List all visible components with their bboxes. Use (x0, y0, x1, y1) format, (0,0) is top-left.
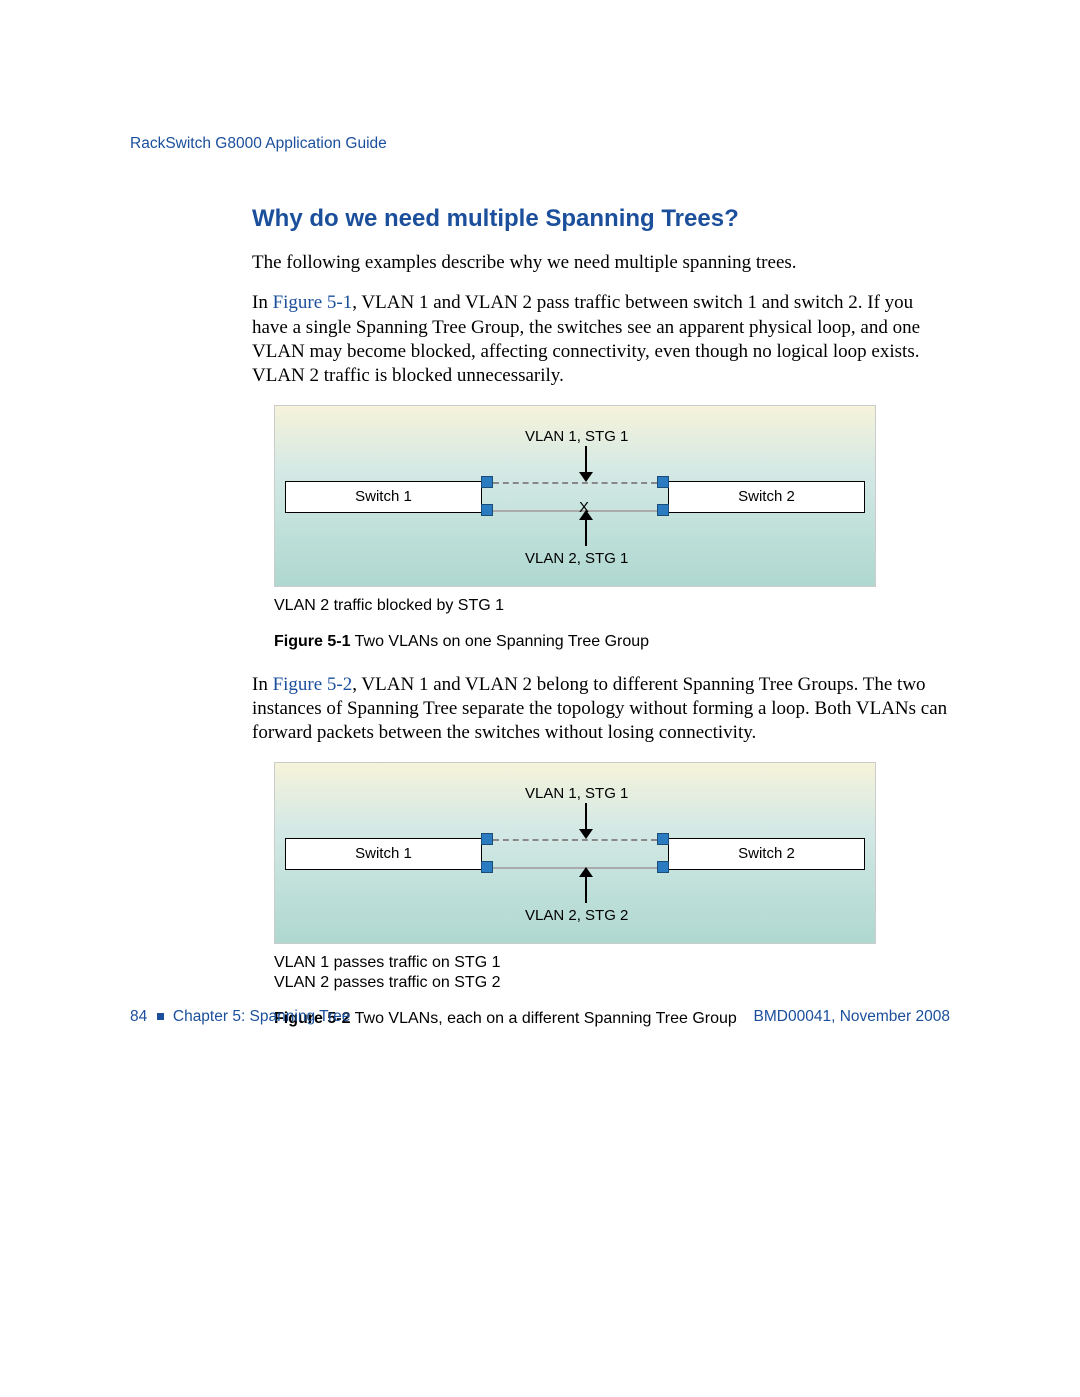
figure-caption: Figure 5-1 Two VLANs on one Spanning Tre… (274, 633, 950, 651)
paragraph: In Figure 5-1, VLAN 1 and VLAN 2 pass tr… (252, 291, 950, 388)
text-run: , VLAN 1 and VLAN 2 pass traffic between… (252, 292, 920, 386)
document-page: RackSwitch G8000 Application Guide Why d… (0, 0, 1080, 1110)
figure-note: VLAN 2 passes traffic on STG 2 (274, 974, 950, 992)
footer-left: 84 Chapter 5: Spanning Tree (130, 1008, 350, 1026)
text-run: , VLAN 1 and VLAN 2 belong to different … (252, 674, 947, 744)
paragraph: The following examples describe why we n… (252, 251, 950, 275)
vlan-label: VLAN 1, STG 1 (525, 428, 685, 445)
caption-number: Figure 5-1 (274, 633, 350, 650)
vlan-label: VLAN 2, STG 2 (525, 907, 685, 924)
running-head: RackSwitch G8000 Application Guide (130, 135, 950, 153)
port-icon (657, 504, 669, 516)
footer-right: BMD00041, November 2008 (754, 1008, 950, 1026)
text-run: In (252, 292, 273, 313)
port-icon (481, 476, 493, 488)
port-icon (657, 833, 669, 845)
figure-5-2-diagram: Switch 1 Switch 2 VLAN 1, STG 1 VLAN 2, … (274, 762, 876, 944)
figure-5-1-diagram: Switch 1 Switch 2 VLAN 1, STG 1 X VLAN 2… (274, 405, 876, 587)
text-run: In (252, 674, 273, 695)
port-icon (657, 861, 669, 873)
arrow-down-icon (585, 803, 587, 831)
figure-cross-ref[interactable]: Figure 5-1 (273, 292, 353, 313)
arrow-down-icon (585, 446, 587, 474)
port-icon (657, 476, 669, 488)
page-footer: 84 Chapter 5: Spanning Tree BMD00041, No… (130, 1008, 950, 1026)
chapter-label: Chapter 5: Spanning Tree (173, 1008, 351, 1025)
switch-1-box: Switch 1 (285, 838, 482, 870)
switch-2-box: Switch 2 (668, 481, 865, 513)
arrow-up-icon (585, 518, 587, 546)
vlan-label: VLAN 2, STG 1 (525, 550, 685, 567)
arrow-up-icon (585, 875, 587, 903)
switch-2-box: Switch 2 (668, 838, 865, 870)
caption-text: Two VLANs on one Spanning Tree Group (350, 633, 649, 650)
port-icon (481, 861, 493, 873)
figure-cross-ref[interactable]: Figure 5-2 (273, 674, 353, 695)
link-line (493, 482, 657, 484)
vlan-label: VLAN 1, STG 1 (525, 785, 685, 802)
page-number: 84 (130, 1008, 147, 1025)
link-line (493, 510, 657, 512)
port-icon (481, 504, 493, 516)
square-bullet-icon (157, 1013, 164, 1020)
port-icon (481, 833, 493, 845)
section-heading: Why do we need multiple Spanning Trees? (252, 205, 950, 233)
link-line (493, 839, 657, 841)
link-line (493, 867, 657, 869)
figure-note: VLAN 2 traffic blocked by STG 1 (274, 597, 950, 615)
figure-note: VLAN 1 passes traffic on STG 1 (274, 954, 950, 972)
switch-1-box: Switch 1 (285, 481, 482, 513)
paragraph: In Figure 5-2, VLAN 1 and VLAN 2 belong … (252, 673, 950, 746)
